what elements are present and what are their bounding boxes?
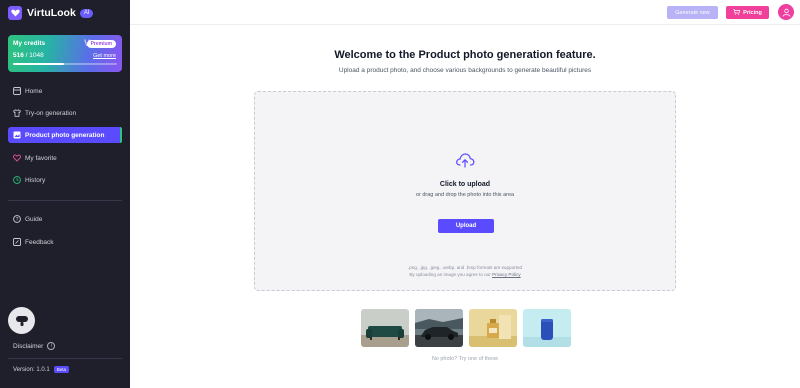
nav-item-home[interactable]: Home [8, 83, 122, 99]
disclaimer-link[interactable]: Disclaimer i [13, 342, 56, 350]
image-icon [13, 131, 21, 139]
brand[interactable]: VirtuLook AI [8, 6, 94, 20]
click-to-upload-label: Click to upload [439, 181, 491, 188]
drag-drop-hint: or drag and drop the photo into this are… [415, 192, 515, 198]
nav-label-tryon: Try-on generation [25, 109, 77, 117]
home-icon [13, 87, 21, 95]
version-info: Version: 1.0.1 Beta [13, 366, 69, 373]
shirt-icon [13, 109, 21, 117]
generate-new-button[interactable]: Generate new [667, 6, 718, 19]
credits-total: 1048 [29, 52, 44, 59]
info-icon: i [47, 342, 56, 350]
nav-item-feedback[interactable]: Feedback [8, 234, 122, 250]
history-icon [13, 176, 21, 184]
sample-perfume-image[interactable] [469, 309, 517, 347]
pricing-label: Pricing [743, 9, 762, 16]
nav-label-product: Product photo generation [25, 131, 105, 139]
footer-divider [8, 358, 122, 359]
sidebar-divider [8, 200, 122, 201]
privacy-consent: By uploading an image you agree to our P… [255, 272, 675, 277]
credits-used: 516 [13, 52, 24, 59]
privacy-policy-link[interactable]: Privacy Policy [492, 272, 521, 277]
version-label: Version: 1.0.1 [13, 366, 50, 373]
page-subtitle: Upload a product photo, and choose vario… [338, 67, 592, 74]
nav-label-history: History [25, 176, 46, 184]
sample-car-image[interactable] [415, 309, 463, 347]
try-samples-hint: No photo? Try one of these [431, 356, 499, 362]
pricing-button[interactable]: Pricing [726, 6, 769, 19]
sample-photos [361, 309, 571, 347]
brand-name: VirtuLook [27, 7, 76, 19]
nav-label-home: Home [25, 87, 43, 95]
nav-label-feedback: Feedback [25, 238, 54, 246]
svg-text:?: ? [16, 217, 19, 223]
sidebar: VirtuLook AI My credits V Premium 516 / … [0, 0, 130, 388]
nav-item-favorite[interactable]: My favorite [8, 150, 122, 166]
upload-button[interactable]: Upload [438, 219, 494, 233]
page-title: Welcome to the Product photo generation … [334, 49, 596, 61]
nav-label-guide: Guide [25, 215, 43, 223]
chat-button[interactable] [8, 307, 35, 334]
supported-formats: .png, .jpg, .jpeg, .webp, and .bmp forma… [407, 265, 523, 270]
premium-badge[interactable]: Premium [86, 40, 116, 48]
upload-cloud-icon [456, 153, 475, 168]
get-more-link[interactable]: Get more [93, 53, 116, 59]
nav-item-history[interactable]: History [8, 172, 122, 188]
nav-item-guide[interactable]: ? Guide [8, 211, 122, 227]
chat-icon [15, 315, 28, 326]
topbar: Generate new Pricing [130, 0, 800, 25]
ai-badge: AI [79, 8, 94, 18]
user-icon [782, 8, 790, 17]
nav-item-product-photo[interactable]: Product photo generation [8, 127, 122, 143]
feedback-icon [13, 238, 21, 246]
user-avatar[interactable] [778, 4, 794, 20]
sample-sofa-image[interactable] [361, 309, 409, 347]
credits-card: My credits V Premium 516 / 1048 Get more [8, 35, 122, 72]
beta-badge: Beta [53, 366, 69, 373]
credits-count: 516 / 1048 [13, 52, 44, 59]
brand-logo-icon [8, 6, 22, 20]
credits-progress-fill [13, 63, 64, 65]
cart-icon [733, 8, 741, 17]
heart-icon [13, 154, 21, 162]
consent-text: By uploading an image you agree to our [409, 272, 493, 277]
nav-label-favorite: My favorite [25, 154, 57, 162]
help-icon: ? [13, 215, 21, 223]
disclaimer-label: Disclaimer [13, 342, 44, 350]
nav-item-tryon[interactable]: Try-on generation [8, 105, 122, 121]
upload-dropzone[interactable]: Click to upload or drag and drop the pho… [254, 91, 676, 291]
sample-speaker-image[interactable] [523, 309, 571, 347]
credits-progress-track [13, 63, 117, 65]
